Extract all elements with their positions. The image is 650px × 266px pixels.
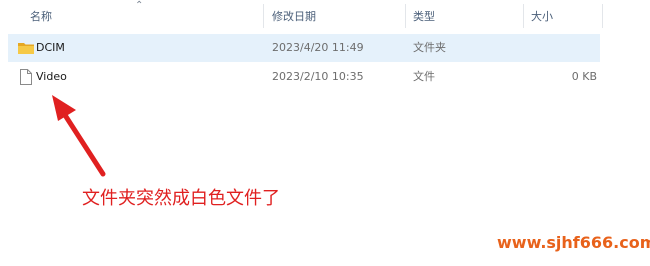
watermark: www.sjhf666.com [497,233,650,252]
annotation-text: 文件夹突然成白色文件了 [82,188,280,209]
annotation-arrow [52,95,106,177]
